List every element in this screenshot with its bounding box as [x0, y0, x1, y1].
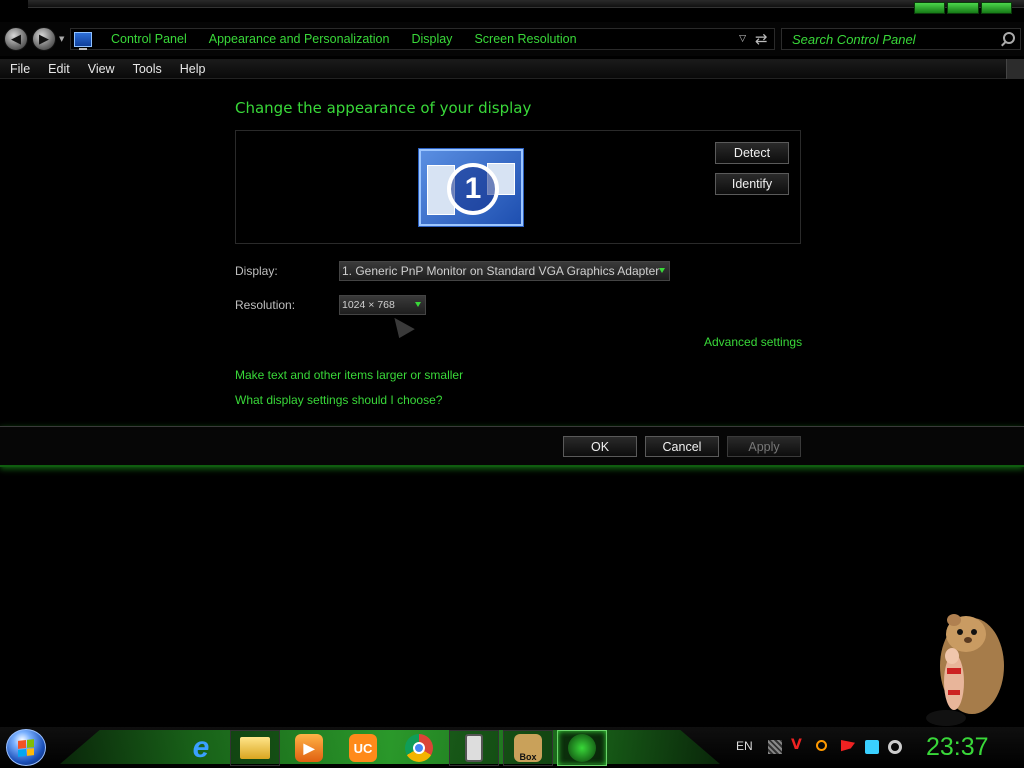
search-icon[interactable] [1003, 32, 1015, 44]
taskbar-app-file-explorer[interactable] [230, 730, 280, 766]
display-select-value: 1. Generic PnP Monitor on Standard VGA G… [342, 264, 660, 278]
resolution-label: Resolution: [235, 298, 296, 312]
breadcrumb-display[interactable]: Display [411, 32, 452, 46]
cancel-button[interactable]: Cancel [645, 436, 719, 457]
mouse-cursor-icon [389, 311, 415, 339]
taskbar-app-media-player[interactable]: ▶ [284, 730, 334, 766]
page-title: Change the appearance of your display [235, 99, 532, 117]
back-button[interactable]: ◀ [4, 27, 28, 51]
breadcrumb-screen-resolution[interactable]: Screen Resolution [474, 32, 576, 46]
text-size-link[interactable]: Make text and other items larger or smal… [235, 368, 463, 382]
monitor-icon[interactable]: 1 [419, 149, 523, 226]
resolution-select-value: 1024 × 768 [342, 299, 395, 311]
flag-icon[interactable] [841, 740, 855, 752]
detect-button[interactable]: Detect [715, 142, 789, 164]
clock[interactable]: 23:37 [926, 733, 989, 762]
taskbar-app-uc-browser[interactable]: UC [338, 730, 388, 766]
window-title-strip [28, 0, 1024, 8]
taskbar-app-screen-resolution[interactable] [557, 730, 607, 766]
search-tool-icon[interactable] [816, 740, 827, 751]
language-indicator[interactable]: EN [736, 739, 753, 753]
monitor-tray-icon[interactable] [865, 740, 879, 754]
menu-edit[interactable]: Edit [38, 62, 78, 76]
ie-icon: e [192, 731, 210, 764]
media-player-icon: ▶ [295, 734, 323, 762]
breadcrumb[interactable]: Control Panel Appearance and Personaliza… [70, 28, 775, 50]
identify-button[interactable]: Identify [715, 173, 789, 195]
control-panel-icon [568, 734, 596, 762]
menu-bar: File Edit View Tools Help [0, 59, 1024, 79]
box-app-label: Box [519, 752, 537, 762]
taskbar-app-box[interactable]: Box [503, 730, 553, 766]
resolution-select[interactable]: 1024 × 768 [339, 295, 426, 315]
taskbar-app-internet-explorer[interactable]: e [176, 730, 226, 766]
chevron-down-icon [415, 302, 421, 307]
menu-help[interactable]: Help [170, 62, 214, 76]
menu-view[interactable]: View [78, 62, 123, 76]
close-button[interactable] [980, 2, 1012, 14]
display-help-link[interactable]: What display settings should I choose? [235, 393, 442, 407]
box-icon: Box [514, 734, 542, 762]
address-bar: ◀ ▶ ▼ Control Panel Appearance and Perso… [0, 22, 1024, 56]
hamster-mascot-image [926, 614, 1004, 726]
scrollbar[interactable] [1006, 59, 1024, 79]
folder-icon [240, 737, 270, 759]
search-input[interactable] [782, 31, 987, 47]
menu-tools[interactable]: Tools [123, 62, 170, 76]
recent-pages-icon[interactable]: ▼ [59, 35, 64, 43]
advanced-settings-link[interactable]: Advanced settings [704, 335, 802, 349]
chrome-icon [405, 734, 433, 762]
forward-button[interactable]: ▶ [32, 27, 56, 51]
display-label: Display: [235, 264, 278, 278]
chevron-down-icon [659, 268, 665, 273]
volume-icon[interactable] [888, 740, 902, 754]
breadcrumb-control-panel[interactable]: Control Panel [111, 32, 187, 46]
menu-file[interactable]: File [0, 62, 38, 76]
breadcrumb-appearance[interactable]: Appearance and Personalization [209, 32, 390, 46]
display-select[interactable]: 1. Generic PnP Monitor on Standard VGA G… [339, 261, 670, 281]
search-box[interactable] [781, 28, 1021, 50]
address-dropdown-icon[interactable]: ▽ [739, 34, 746, 44]
refresh-icon[interactable]: ⇄ [755, 30, 768, 48]
phone-tool-icon [465, 734, 483, 762]
start-button[interactable] [6, 729, 46, 766]
network-icon[interactable] [768, 740, 782, 754]
taskbar-glow [60, 730, 720, 764]
dialog-button-bar: OK Cancel Apply [0, 426, 1024, 467]
monitor-number: 1 [447, 163, 499, 215]
minimize-button[interactable] [914, 2, 946, 14]
system-tray: EN V 23:37 [728, 727, 1024, 768]
control-panel-icon [74, 31, 92, 50]
monitor-panel: 1 Detect Identify [235, 130, 801, 244]
antivirus-icon[interactable]: V [791, 737, 805, 753]
maximize-button[interactable] [947, 2, 979, 14]
uc-browser-icon: UC [349, 734, 377, 762]
window-caption-buttons [914, 2, 1012, 14]
ok-button[interactable]: OK [563, 436, 637, 457]
taskbar-app-chrome[interactable] [394, 730, 444, 766]
taskbar-app-phone-tool[interactable] [449, 730, 499, 766]
apply-button[interactable]: Apply [727, 436, 801, 457]
windows-logo-icon [18, 738, 34, 757]
